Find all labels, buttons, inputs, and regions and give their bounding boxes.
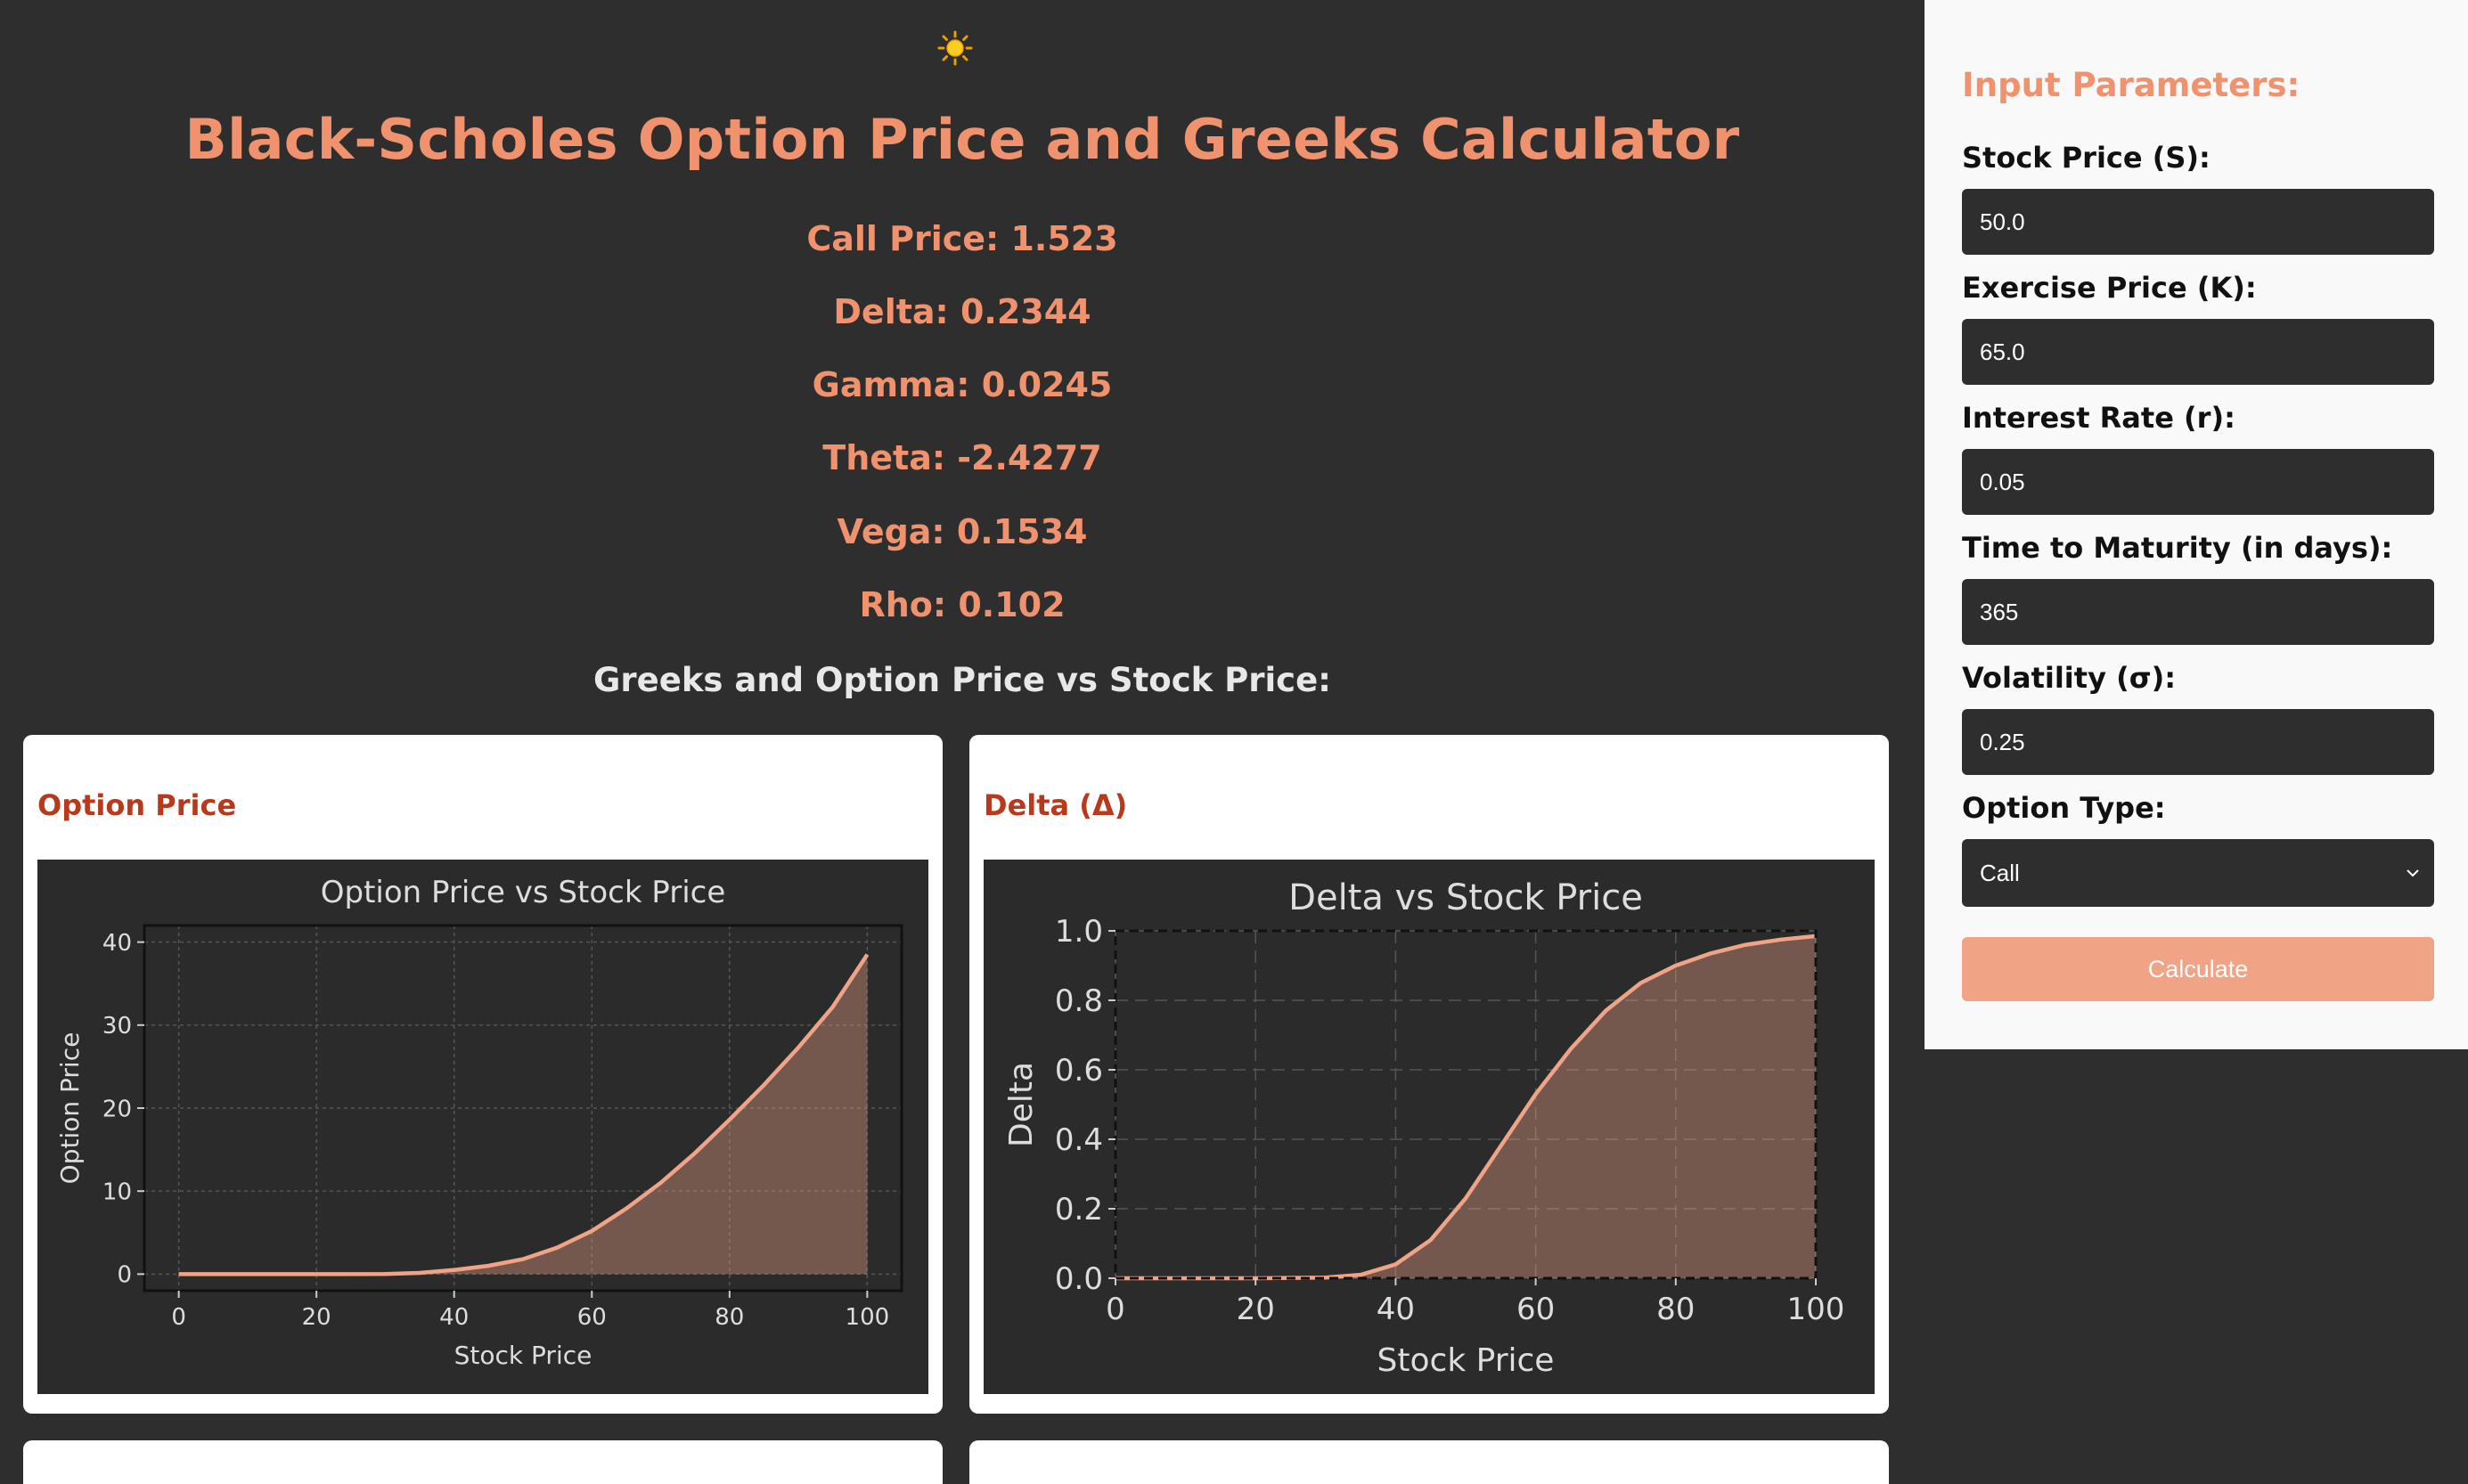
exercise-price-input[interactable]: 65.0 [1962,319,2434,385]
series-area [178,954,868,1275]
interest-rate-value: 0.05 [1980,468,2025,495]
x-tick-label: 20 [1237,1292,1275,1327]
call-price-result: Call Price: 1.523 [806,219,1118,258]
x-axis-label: Stock Price [454,1341,592,1370]
rho-result: Rho: 0.102 [859,585,1066,624]
volatility-input[interactable]: 0.25 [1962,709,2434,775]
delta-chart-svg: 0 20 40 60 80 100 0.0 0.2 0.4 0.6 0.8 1.0 Delta vs S… [1003,877,1845,1379]
x-tick-label: 0 [1106,1292,1125,1327]
x-tick-label: 100 [1787,1292,1845,1327]
option-type-label: Option Type: [1962,791,2166,825]
delta-card: Delta (Δ) 0 20 40 60 80 100 0.0 0.2 0.4 0.6 0.8 1.0… [969,735,1889,1414]
time-to-maturity-value: 365 [1980,598,2019,625]
option-price-card: Option Price 0 20 40 60 80 100 0 10 20 30 40 Option… [23,735,943,1414]
stock-price-value: 50.0 [1980,208,2025,235]
delta-result: Delta: 0.2344 [833,292,1091,331]
y-tick-label: 0.2 [1055,1192,1103,1227]
theta-card [969,1440,1889,1484]
calculate-button[interactable]: Calculate [1962,937,2434,1001]
input-parameters-heading: Input Parameters: [1962,66,2300,104]
stock-price-label: Stock Price (S): [1962,141,2211,175]
y-tick-label: 1.0 [1055,914,1103,950]
main-panel: Black-Scholes Option Price and Greeks Ca… [0,0,1925,1484]
y-tick-label: 0.6 [1055,1053,1103,1089]
x-tick-label: 0 [171,1304,186,1331]
y-tick-label: 10 [102,1179,132,1206]
y-axis-label: Option Price [55,1032,85,1185]
delta-card-title: Delta (Δ) [984,788,1128,822]
y-tick-label: 0 [117,1262,132,1289]
chart-title: Delta vs Stock Price [1288,877,1643,918]
y-tick-label: 30 [102,1013,132,1040]
y-tick-label: 0.8 [1055,983,1103,1019]
option-type-value: Call [1980,859,2020,886]
delta-chart: 0 20 40 60 80 100 0.0 0.2 0.4 0.6 0.8 1.0 Delta vs S… [984,860,1875,1394]
y-tick-label: 0.4 [1055,1122,1103,1158]
y-tick-label: 0.0 [1055,1261,1103,1297]
sun-icon[interactable] [937,30,973,66]
x-tick-label: 40 [1377,1292,1415,1327]
y-tick-label: 40 [102,930,132,957]
option-type-select[interactable]: Call [1962,839,2434,907]
interest-rate-label: Interest Rate (r): [1962,401,2235,435]
time-to-maturity-label: Time to Maturity (in days): [1962,531,2393,565]
x-tick-label: 80 [715,1304,744,1331]
y-axis-label: Delta [1003,1062,1040,1147]
time-to-maturity-input[interactable]: 365 [1962,579,2434,645]
x-tick-label: 80 [1656,1292,1695,1327]
option-price-card-title: Option Price [37,788,237,822]
stock-price-input[interactable]: 50.0 [1962,189,2434,255]
chevron-down-icon [2407,869,2419,877]
charts-section-title: Greeks and Option Price vs Stock Price: [593,661,1331,699]
x-tick-label: 60 [577,1304,607,1331]
x-tick-label: 20 [302,1304,331,1331]
series-area [1116,935,1816,1278]
chart-title: Option Price vs Stock Price [321,875,726,910]
x-tick-label: 60 [1516,1292,1555,1327]
x-tick-label: 100 [846,1304,890,1331]
exercise-price-value: 65.0 [1980,338,2025,365]
option-price-chart: 0 20 40 60 80 100 0 10 20 30 40 Option Price vs Sto… [37,860,928,1394]
x-axis-label: Stock Price [1377,1342,1555,1379]
x-tick-label: 40 [439,1304,469,1331]
gamma-result: Gamma: 0.0245 [812,365,1113,404]
theta-result: Theta: -2.4277 [822,438,1102,477]
interest-rate-input[interactable]: 0.05 [1962,449,2434,515]
volatility-value: 0.25 [1980,728,2025,755]
option-price-chart-svg: 0 20 40 60 80 100 0 10 20 30 40 Option Price vs Sto… [55,875,903,1370]
input-sidebar: Input Parameters: Stock Price (S): 50.0 … [1925,0,2468,1049]
page-title: Black-Scholes Option Price and Greeks Ca… [184,107,1740,172]
volatility-label: Volatility (σ): [1962,661,2177,695]
gamma-card [23,1440,943,1484]
vega-result: Vega: 0.1534 [837,512,1088,551]
y-tick-label: 20 [102,1096,132,1122]
exercise-price-label: Exercise Price (K): [1962,271,2257,305]
